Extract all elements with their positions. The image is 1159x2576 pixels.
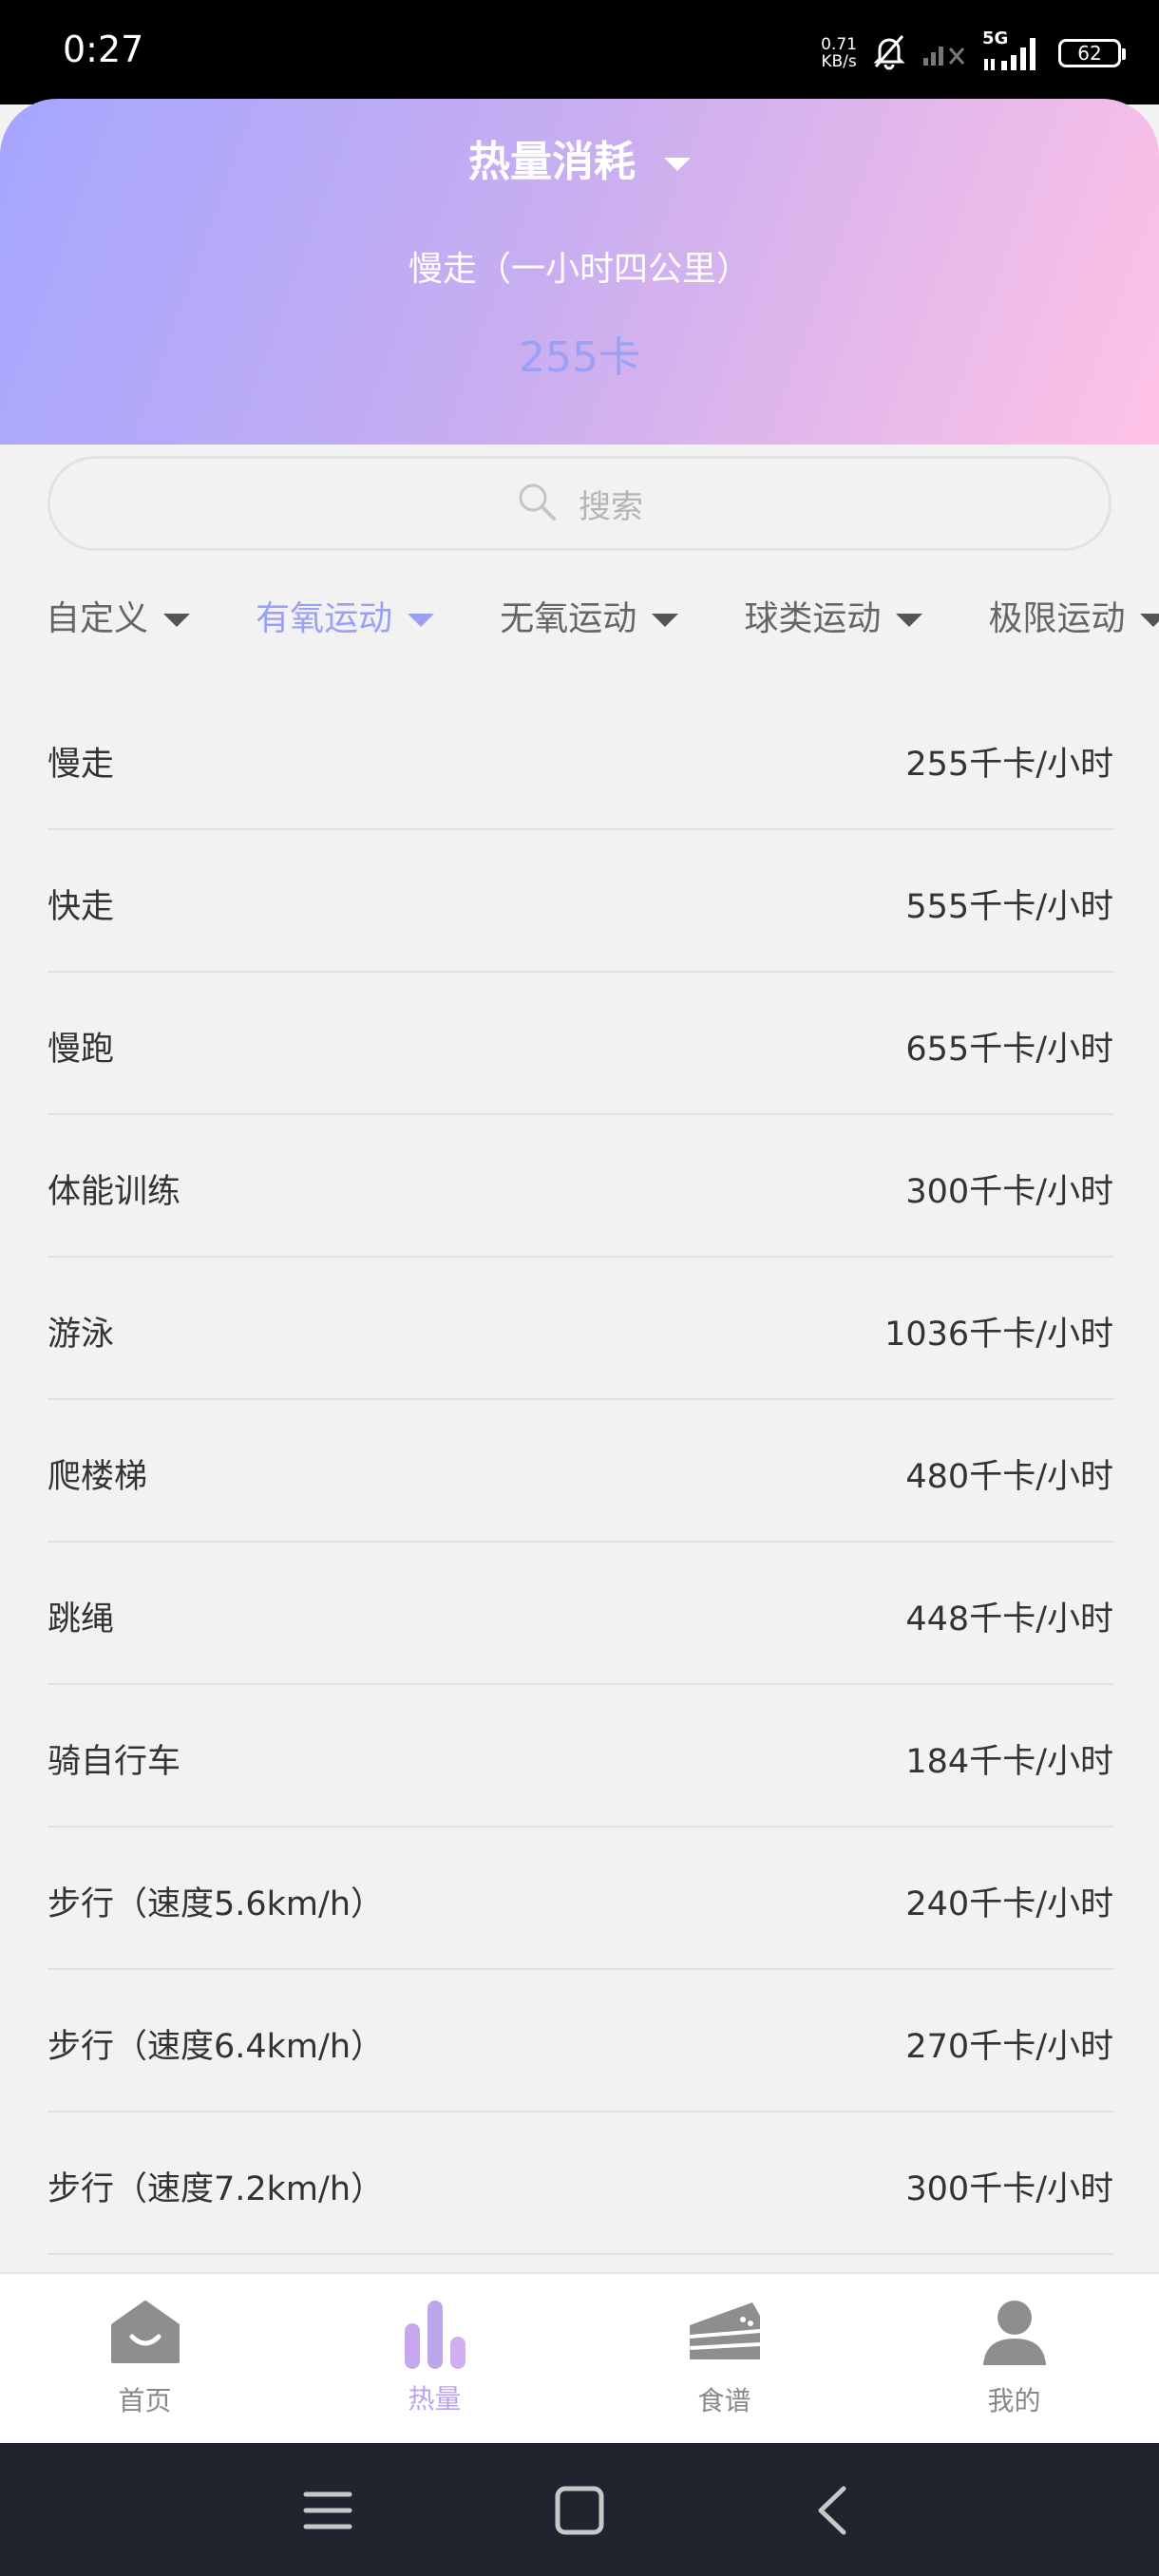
caret-down-icon xyxy=(664,158,691,171)
exercise-name: 步行（速度6.4km/h） xyxy=(48,2028,384,2066)
tab-label: 首页 xyxy=(118,2385,172,2416)
category-tab[interactable]: 极限运动 xyxy=(988,591,1159,640)
home-square-icon[interactable] xyxy=(554,2485,605,2540)
exercise-calories: 448千卡/小时 xyxy=(905,1601,1113,1638)
search-input[interactable]: 搜索 xyxy=(48,456,1112,551)
exercise-calories: 655千卡/小时 xyxy=(905,1031,1113,1069)
exercise-row[interactable]: 步行（速度7.2km/h） 300千卡/小时 xyxy=(48,2112,1113,2255)
exercise-name: 体能训练 xyxy=(48,1173,181,1211)
net-speed-value: 0.71 xyxy=(821,35,857,54)
calorie-header: 热量消耗 慢走（一小时四公里） 255卡 xyxy=(0,99,1159,445)
exercise-name: 步行（速度5.6km/h） xyxy=(48,1885,384,1923)
battery-icon: 62 xyxy=(1058,39,1126,67)
tab-label: 热量 xyxy=(408,2383,462,2415)
exercise-row[interactable]: 骑自行车 184千卡/小时 xyxy=(48,1685,1113,1828)
caret-down-icon xyxy=(408,614,435,627)
exercise-name: 慢跑 xyxy=(48,1031,115,1069)
bell-muted-icon xyxy=(870,32,908,74)
exercise-calories: 184千卡/小时 xyxy=(905,1743,1113,1781)
header-title-dropdown[interactable]: 热量消耗 xyxy=(0,127,1159,188)
tab-home[interactable]: 首页 xyxy=(0,2274,290,2445)
status-bar: 0:27 0.71 KB/s 5G 62 xyxy=(0,0,1159,104)
net-speed: 0.71 KB/s xyxy=(821,36,857,70)
selected-calories: 255卡 xyxy=(519,333,640,382)
exercise-row[interactable]: 步行（速度6.4km/h） 270千卡/小时 xyxy=(48,1970,1113,2112)
bottom-tab-bar: 首页 热量 食谱 我的 xyxy=(0,2272,1159,2445)
cake-icon xyxy=(686,2299,764,2369)
exercise-name: 跳绳 xyxy=(48,1601,115,1638)
search-icon xyxy=(516,481,558,526)
exercise-name: 骑自行车 xyxy=(48,1743,181,1781)
net-speed-unit: KB/s xyxy=(821,52,857,71)
exercise-calories: 300千卡/小时 xyxy=(905,2170,1113,2208)
category-label: 有氧运动 xyxy=(256,599,393,638)
exercise-calories: 555千卡/小时 xyxy=(905,888,1113,926)
category-tab[interactable]: 球类运动 xyxy=(744,591,923,640)
exercise-calories: 255千卡/小时 xyxy=(905,746,1113,784)
tab-label: 我的 xyxy=(987,2385,1041,2416)
signal-off-icon xyxy=(922,35,969,71)
exercise-calories: 240千卡/小时 xyxy=(905,1885,1113,1923)
category-label: 自定义 xyxy=(46,599,149,638)
category-label: 无氧运动 xyxy=(500,599,637,638)
exercise-row[interactable]: 游泳 1036千卡/小时 xyxy=(48,1258,1113,1400)
selected-exercise: 慢走（一小时四公里） xyxy=(408,250,750,289)
user-icon xyxy=(981,2299,1048,2371)
exercise-calories: 270千卡/小时 xyxy=(905,2028,1113,2066)
exercise-name: 爬楼梯 xyxy=(48,1458,148,1496)
category-tabs: 自定义 有氧运动 无氧运动 球类运动 极限运动 xyxy=(46,591,1159,648)
exercise-name: 游泳 xyxy=(48,1316,115,1354)
tab-calories[interactable]: 热量 xyxy=(290,2274,580,2445)
exercise-row[interactable]: 快走 555千卡/小时 xyxy=(48,830,1113,973)
category-label: 极限运动 xyxy=(988,599,1126,638)
back-icon[interactable] xyxy=(808,2485,859,2540)
tab-recipes[interactable]: 食谱 xyxy=(580,2274,869,2445)
signal-5g-icon: 5G xyxy=(982,28,1045,72)
exercise-row[interactable]: 爬楼梯 480千卡/小时 xyxy=(48,1400,1113,1543)
exercise-row[interactable]: 体能训练 300千卡/小时 xyxy=(48,1115,1113,1258)
exercise-list: 慢走 255千卡/小时 快走 555千卡/小时 慢跑 655千卡/小时 体能训练 300… xyxy=(48,688,1113,2255)
exercise-row[interactable]: 慢走 255千卡/小时 xyxy=(48,688,1113,830)
status-time: 0:27 xyxy=(63,28,144,70)
exercise-calories: 300千卡/小时 xyxy=(905,1173,1113,1211)
exercise-name: 快走 xyxy=(48,888,115,926)
category-tab[interactable]: 无氧运动 xyxy=(500,591,679,640)
category-tab[interactable]: 有氧运动 xyxy=(256,591,435,640)
exercise-row[interactable]: 慢跑 655千卡/小时 xyxy=(48,973,1113,1115)
exercise-name: 慢走 xyxy=(48,746,115,784)
caret-down-icon xyxy=(163,614,191,627)
exercise-calories: 1036千卡/小时 xyxy=(884,1316,1113,1354)
exercise-row[interactable]: 步行（速度5.6km/h） 240千卡/小时 xyxy=(48,1828,1113,1970)
exercise-name: 步行（速度7.2km/h） xyxy=(48,2170,384,2208)
bar-chart-icon xyxy=(399,2299,471,2375)
home-icon xyxy=(109,2299,181,2369)
tab-profile[interactable]: 我的 xyxy=(869,2274,1159,2445)
header-title: 热量消耗 xyxy=(468,138,636,186)
exercise-calories: 480千卡/小时 xyxy=(905,1458,1113,1496)
caret-down-icon xyxy=(1140,614,1159,627)
system-nav-bar xyxy=(0,2443,1159,2576)
caret-down-icon xyxy=(652,614,679,627)
search-placeholder: 搜索 xyxy=(579,487,643,526)
category-label: 球类运动 xyxy=(744,599,882,638)
tab-label: 食谱 xyxy=(697,2385,751,2416)
exercise-row[interactable]: 跳绳 448千卡/小时 xyxy=(48,1543,1113,1685)
caret-down-icon xyxy=(896,614,923,627)
menu-icon[interactable] xyxy=(302,2485,353,2540)
status-icons: 0.71 KB/s 5G 62 xyxy=(821,28,1126,76)
category-tab[interactable]: 自定义 xyxy=(46,591,191,640)
